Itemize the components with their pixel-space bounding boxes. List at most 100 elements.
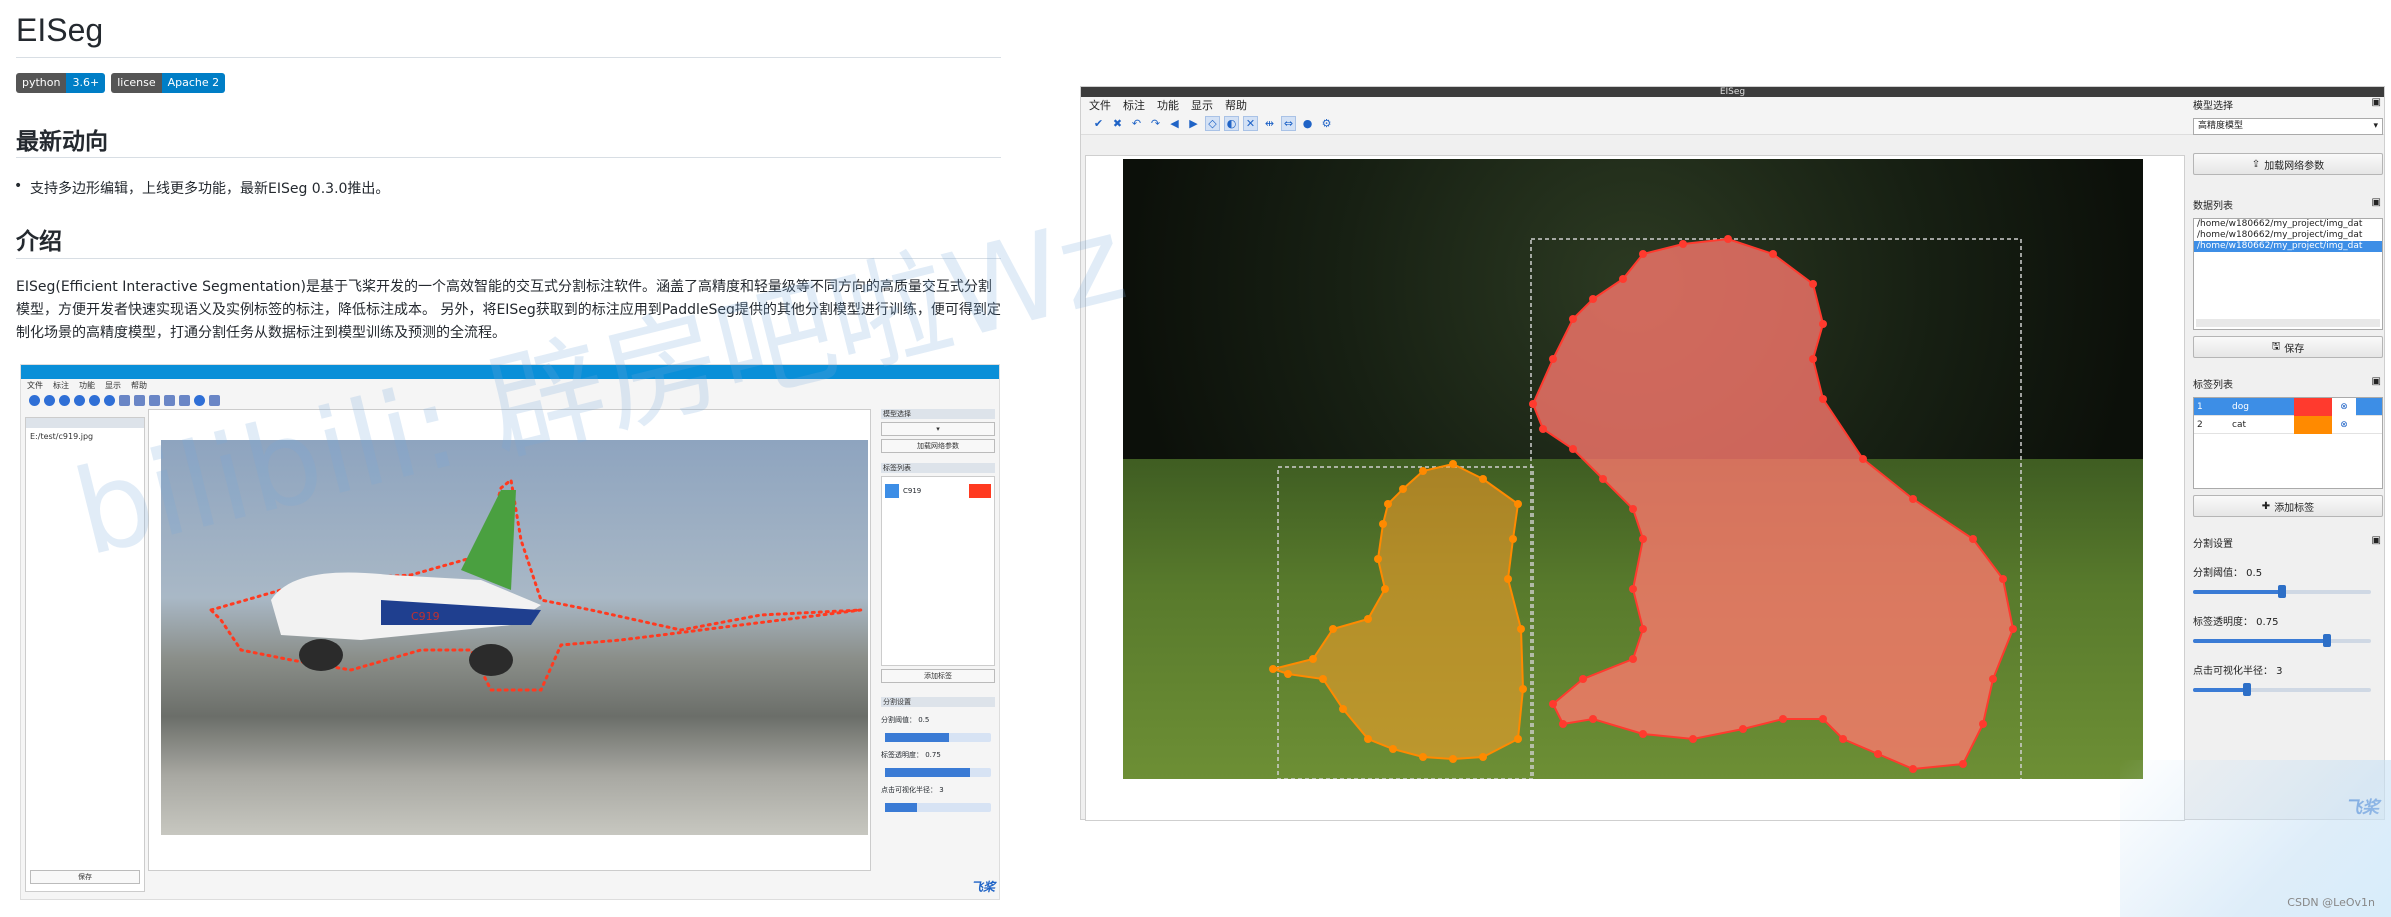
- prev-icon[interactable]: [89, 394, 100, 406]
- origin-size-icon[interactable]: ⇔: [1281, 116, 1296, 131]
- mini-menu-function[interactable]: 功能: [79, 380, 95, 391]
- mini-menu-view[interactable]: 显示: [105, 380, 121, 391]
- mini-opacity-slider[interactable]: [885, 768, 991, 777]
- next-image-icon[interactable]: ▶: [1186, 116, 1201, 131]
- model-select[interactable]: 高精度模型 ▾: [2193, 118, 2383, 135]
- settings-icon[interactable]: [209, 394, 220, 406]
- label-row[interactable]: 1 dog ⊗: [2194, 397, 2382, 416]
- mini-menu-label[interactable]: 标注: [53, 380, 69, 391]
- slider-handle[interactable]: [2323, 634, 2331, 647]
- python-badge[interactable]: python 3.6+: [16, 73, 106, 93]
- float-icon[interactable]: ▣: [2372, 376, 2381, 391]
- redo-icon[interactable]: [74, 394, 85, 406]
- mini-add-label-button[interactable]: 添加标签: [881, 669, 995, 683]
- data-list-item[interactable]: /home/w180662/my_project/img_dat: [2194, 219, 2382, 230]
- slider-handle[interactable]: [2243, 683, 2251, 696]
- image-canvas[interactable]: [1085, 155, 2185, 821]
- menu-label[interactable]: 标注: [1123, 97, 1145, 113]
- airplane-photo: C919: [161, 440, 868, 835]
- prev-image-icon[interactable]: ◀: [1167, 116, 1182, 131]
- mini-model-header: 模型选择: [881, 409, 995, 419]
- page-title: EISeg: [16, 12, 104, 48]
- delete-label-icon[interactable]: ⊗: [2332, 420, 2356, 430]
- mini-model-select[interactable]: ▾: [881, 422, 995, 436]
- mini-menubar: 文件 标注 功能 显示 帮助: [21, 379, 999, 391]
- label-table: 1 dog ⊗ 2 cat ⊗: [2193, 397, 2383, 489]
- window-title: EISeg: [1081, 87, 2384, 97]
- close-icon[interactable]: [44, 394, 55, 406]
- label-color-swatch[interactable]: [2294, 415, 2332, 434]
- fit-icon[interactable]: [164, 394, 175, 406]
- fill-icon[interactable]: ◐: [1224, 116, 1239, 131]
- color-icon[interactable]: ●: [1300, 116, 1315, 131]
- settings-icon[interactable]: ⚙: [1319, 116, 1334, 131]
- mini-save-button[interactable]: 保存: [30, 870, 140, 884]
- license-badge[interactable]: license Apache 2: [111, 73, 226, 93]
- credit-text: CSDN @LeOv1n: [2287, 896, 2375, 909]
- clear-icon[interactable]: [149, 394, 160, 406]
- mini-threshold-slider[interactable]: [885, 733, 991, 742]
- mini-label-header: 标签列表: [881, 463, 995, 473]
- threshold-slider[interactable]: [2193, 585, 2383, 599]
- slider-handle[interactable]: [2278, 585, 2286, 598]
- menubar: 文件 标注 功能 显示 帮助: [1081, 97, 2384, 113]
- data-list-item[interactable]: /home/w180662/my_project/img_dat: [2194, 230, 2382, 241]
- intro-heading: 介绍: [16, 229, 62, 255]
- label-color-swatch[interactable]: [969, 484, 991, 498]
- cancel-icon[interactable]: ✖: [1110, 116, 1125, 131]
- decorative-gradient: [2120, 760, 2391, 917]
- news-heading: 最新动向: [16, 129, 108, 155]
- mini-radius-slider[interactable]: [885, 803, 991, 812]
- check-icon[interactable]: [29, 394, 40, 406]
- mini-titlebar: [21, 365, 999, 379]
- delete-label-icon[interactable]: ⊗: [2332, 397, 2356, 416]
- clear-icon[interactable]: ✕: [1243, 116, 1258, 131]
- mini-canvas[interactable]: C919: [148, 409, 871, 871]
- fill-icon[interactable]: [134, 394, 145, 406]
- menu-function[interactable]: 功能: [1157, 97, 1179, 113]
- mini-label-row[interactable]: C919: [885, 483, 991, 499]
- mini-label-list: C919: [881, 476, 995, 666]
- palette-icon[interactable]: [194, 394, 205, 406]
- mini-app-screenshot: 文件 标注 功能 显示 帮助 E:/test/c919.jpg 保存 C919 …: [20, 364, 1000, 900]
- threshold-label: 分割阈值： 0.5: [2193, 568, 2263, 579]
- opacity-slider[interactable]: [2193, 634, 2383, 648]
- label-color-swatch[interactable]: [2294, 397, 2332, 416]
- mini-menu-file[interactable]: 文件: [27, 380, 43, 391]
- finish-icon[interactable]: ✔: [1091, 116, 1106, 131]
- label-row[interactable]: 2 cat ⊗: [2194, 415, 2382, 434]
- float-icon[interactable]: ▣: [2372, 535, 2381, 550]
- cat-mask: [1269, 462, 1525, 761]
- load-params-button[interactable]: ⇪ 加载网络参数: [2193, 153, 2383, 175]
- data-panel-header: 数据列表 ▣: [2193, 197, 2381, 212]
- data-list-item-selected[interactable]: /home/w180662/my_project/img_dat: [2194, 241, 2382, 252]
- fit-window-icon[interactable]: ⇹: [1262, 116, 1277, 131]
- menu-file[interactable]: 文件: [1089, 97, 1111, 113]
- mini-paddle-logo: 飞桨: [970, 880, 995, 894]
- menu-view[interactable]: 显示: [1191, 97, 1213, 113]
- polygon-icon[interactable]: ◇: [1205, 116, 1220, 131]
- eiseg-window: EISeg 文件 标注 功能 显示 帮助 ✔ ✖ ↶ ↷ ◀ ▶ ◇ ◐ ✕ ⇹…: [1080, 86, 2385, 821]
- float-icon[interactable]: ▣: [2372, 97, 2381, 112]
- save-button[interactable]: 🖫 保存: [2193, 336, 2383, 358]
- add-label-button[interactable]: ✚ 添加标签: [2193, 495, 2383, 517]
- mini-file-list: E:/test/c919.jpg 保存: [25, 417, 145, 892]
- polygon-icon[interactable]: [119, 394, 130, 406]
- radius-label: 点击可视化半径： 3: [2193, 666, 2283, 677]
- resize-icon[interactable]: [179, 394, 190, 406]
- mini-load-params-button[interactable]: 加载网络参数: [881, 439, 995, 453]
- mini-menu-help[interactable]: 帮助: [131, 380, 147, 391]
- menu-help[interactable]: 帮助: [1225, 97, 1247, 113]
- mini-file-item[interactable]: E:/test/c919.jpg: [26, 428, 144, 445]
- radius-slider[interactable]: [2193, 683, 2383, 697]
- next-icon[interactable]: [104, 394, 115, 406]
- undo-icon[interactable]: [59, 394, 70, 406]
- horizontal-scrollbar[interactable]: [2196, 319, 2380, 327]
- undo-icon[interactable]: ↶: [1129, 116, 1144, 131]
- mini-toolbar: [21, 391, 999, 409]
- mini-settings-header: 分割设置: [881, 697, 995, 707]
- airplane-annotation: C919: [208, 477, 862, 692]
- divider: [16, 258, 1001, 259]
- float-icon[interactable]: ▣: [2372, 197, 2381, 212]
- redo-icon[interactable]: ↷: [1148, 116, 1163, 131]
